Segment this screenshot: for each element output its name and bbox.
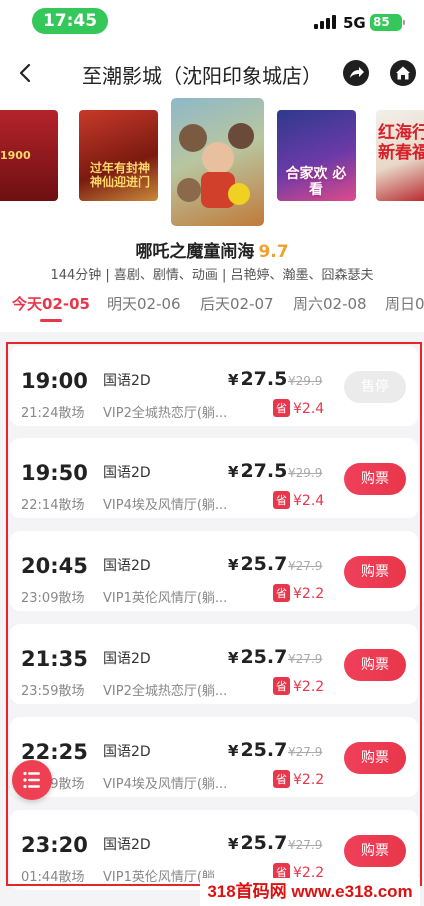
tab-date[interactable]: 周日0 [385, 293, 424, 314]
poster-text: 合家欢 必看 [285, 166, 347, 199]
tab-date[interactable]: 后天02-07 [200, 293, 274, 314]
home-icon[interactable] [390, 60, 416, 86]
status-bar: 17:45 5G 85 [0, 0, 424, 44]
poster-art [177, 123, 254, 208]
signal-icon [314, 15, 336, 29]
movie-name: 哪吒之魔童闹海 [135, 242, 255, 262]
tab-date[interactable]: 周六02-08 [293, 293, 367, 314]
list-menu-icon[interactable] [12, 760, 52, 800]
chevron-left-icon[interactable] [12, 58, 40, 88]
tab-date[interactable]: 明天02-06 [107, 293, 181, 314]
network-label: 5G [343, 14, 366, 32]
movie-poster[interactable]: 过年有封神 神仙迎进门 [79, 110, 158, 201]
page-title: 至潮影城（沈阳印象城店） [82, 64, 322, 88]
battery-icon: 85 [370, 14, 405, 31]
share-icon[interactable] [343, 60, 369, 86]
poster-text: 过年有封神 神仙迎进门 [89, 161, 150, 189]
status-time: 17:45 [32, 8, 108, 34]
movie-poster[interactable]: 合家欢 必看 [277, 110, 356, 201]
watermark: 318首码网 www.e318.com [200, 878, 420, 906]
movie-score: 9.7 [258, 242, 289, 262]
movie-title: 哪吒之魔童闹海 9.7 [0, 237, 424, 262]
poster-carousel[interactable]: 1900 过年有封神 神仙迎进门 合家欢 必看 红海行 新春福 [0, 98, 424, 226]
nav-bar: 至潮影城（沈阳印象城店） [0, 50, 424, 98]
movie-poster[interactable]: 1900 [0, 110, 58, 201]
movie-meta: 144分钟 | 喜剧、剧情、动画 | 吕艳婷、瀚墨、囧森瑟夫 [50, 268, 374, 283]
active-tab-indicator [40, 319, 62, 322]
movie-poster-selected[interactable] [171, 98, 264, 226]
tab-date[interactable]: 今天02-05 [12, 293, 90, 314]
poster-text: 1900 [0, 149, 31, 162]
highlight-box [6, 342, 422, 886]
poster-text: 红海行 新春福 [378, 123, 424, 163]
battery-level: 85 [373, 15, 390, 29]
date-tabs: 今天02-05 明天02-06 后天02-07 周六02-08 周日0 [0, 293, 424, 333]
movie-poster[interactable]: 红海行 新春福 [376, 110, 424, 201]
